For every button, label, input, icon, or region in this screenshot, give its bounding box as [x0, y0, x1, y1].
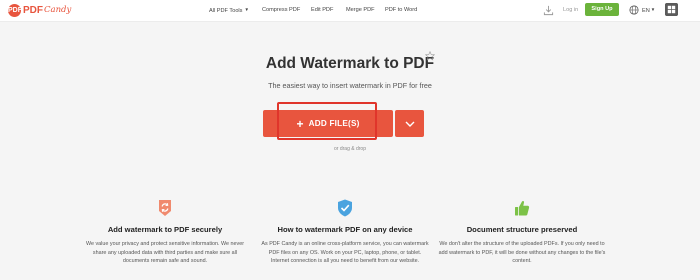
globe-icon[interactable] [629, 5, 639, 15]
chevron-down-icon: ▼ [650, 7, 656, 12]
nav-compress-pdf[interactable]: Compress PDF [262, 7, 300, 13]
feature-title: Add watermark to PDF securely [107, 225, 223, 234]
page-title: Add Watermark to PDF [265, 55, 435, 72]
download-icon[interactable] [543, 5, 554, 16]
top-navigation-bar: PDF PDF Candy All PDF Tools ▼ Compress PD… [0, 0, 700, 22]
chevron-down-icon [405, 121, 414, 127]
nav-pdf-to-word[interactable]: PDF to Word [385, 7, 417, 13]
nav-edit-pdf[interactable]: Edit PDF [311, 7, 333, 13]
star-icon[interactable] [425, 51, 435, 61]
windows-app-icon[interactable] [665, 3, 678, 16]
page-subtitle: The easiest way to insert watermark in P… [268, 81, 432, 90]
feature-any-device: How to watermark PDF on any device As PD… [260, 199, 430, 266]
shield-check-icon [338, 199, 352, 217]
nav-merge-pdf[interactable]: Merge PDF [346, 7, 375, 13]
feature-title: How to watermark PDF on any device [277, 225, 413, 234]
upload-source-dropdown-button[interactable] [395, 110, 424, 137]
chevron-down-icon: ▼ [244, 7, 249, 12]
feature-text: As PDF Candy is an online cross-platform… [261, 241, 429, 265]
signup-button[interactable]: Sign Up [585, 3, 619, 16]
highlight-box [277, 102, 377, 140]
language-selector[interactable]: EN▼ [642, 7, 655, 14]
logo-script: Candy [44, 5, 72, 15]
feature-title: Document structure preserved [466, 225, 578, 234]
login-link[interactable]: Log in [563, 7, 578, 13]
language-label: EN [642, 8, 650, 14]
pdfcandy-logo[interactable]: PDF PDF Candy [8, 4, 71, 17]
feature-text: We don't alter the structure of the uplo… [438, 241, 606, 265]
logo-badge: PDF [8, 4, 22, 17]
feature-structure: Document structure preserved We don't al… [437, 199, 607, 266]
drag-drop-hint: or drag & drop [334, 146, 366, 152]
nav-all-pdf-tools[interactable]: All PDF Tools ▼ [209, 7, 249, 14]
refresh-shield-icon [159, 200, 171, 216]
logo-text: PDF [23, 5, 43, 16]
main-content: Add Watermark to PDF The easiest way to … [0, 22, 700, 280]
nav-label: All PDF Tools [209, 8, 243, 14]
thumbs-up-icon [515, 201, 530, 216]
feature-text: We value your privacy and protect sensit… [86, 241, 244, 265]
feature-security: Add watermark to PDF securely We value y… [80, 199, 250, 266]
